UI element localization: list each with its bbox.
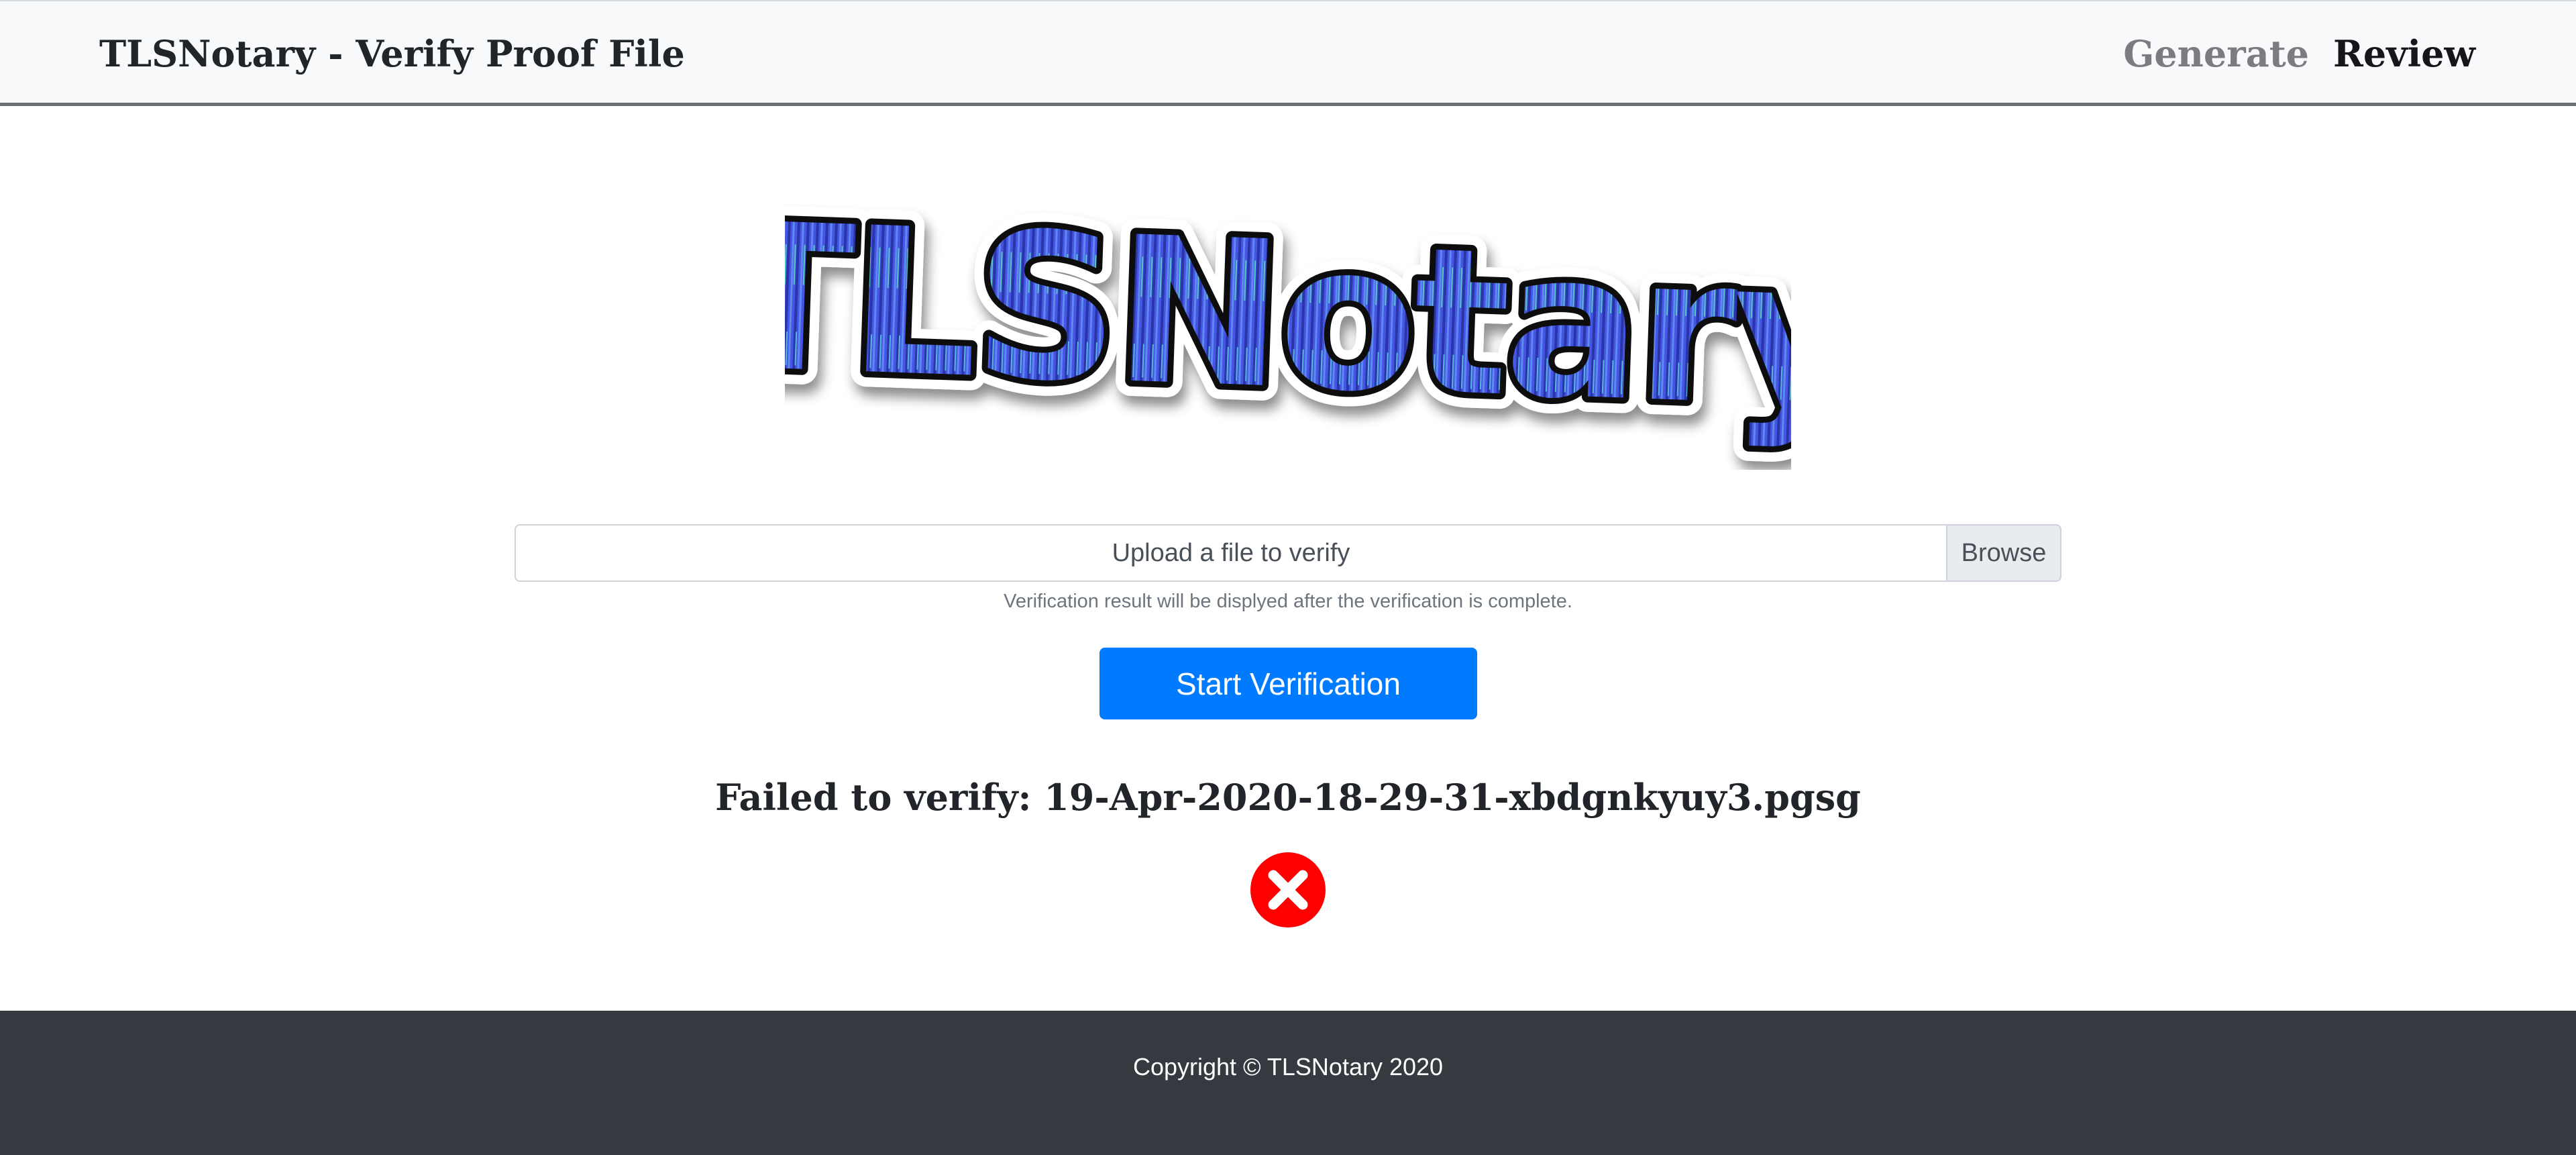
nav-link-review[interactable]: Review — [2333, 32, 2475, 75]
footer-copyright: Copyright © TLSNotary 2020 — [1132, 1053, 1444, 1081]
page-footer: Copyright © TLSNotary 2020 — [0, 1011, 2576, 1155]
file-upload-input[interactable] — [515, 524, 1946, 582]
navbar-brand[interactable]: TLSNotary - Verify Proof File — [99, 28, 685, 79]
nav-link-generate[interactable]: Generate — [2123, 32, 2309, 75]
start-verification-button[interactable]: Start Verification — [1099, 648, 1477, 719]
verification-help-text: Verification result will be displyed aft… — [1004, 591, 1572, 612]
browse-button[interactable]: Browse — [1946, 524, 2061, 582]
nav-links: Generate Review — [2123, 28, 2475, 79]
error-x-icon — [1250, 852, 1326, 927]
tlsnotary-logo: TLSNotary TLSNotary TLSNotary — [785, 181, 1791, 469]
top-navbar: TLSNotary - Verify Proof File Generate R… — [0, 0, 2576, 106]
logo-text: TLSNotary — [785, 181, 1791, 454]
file-upload-group: Browse — [515, 524, 2061, 582]
verification-result-message: Failed to verify: 19-Apr-2020-18-29-31-x… — [715, 776, 1861, 819]
